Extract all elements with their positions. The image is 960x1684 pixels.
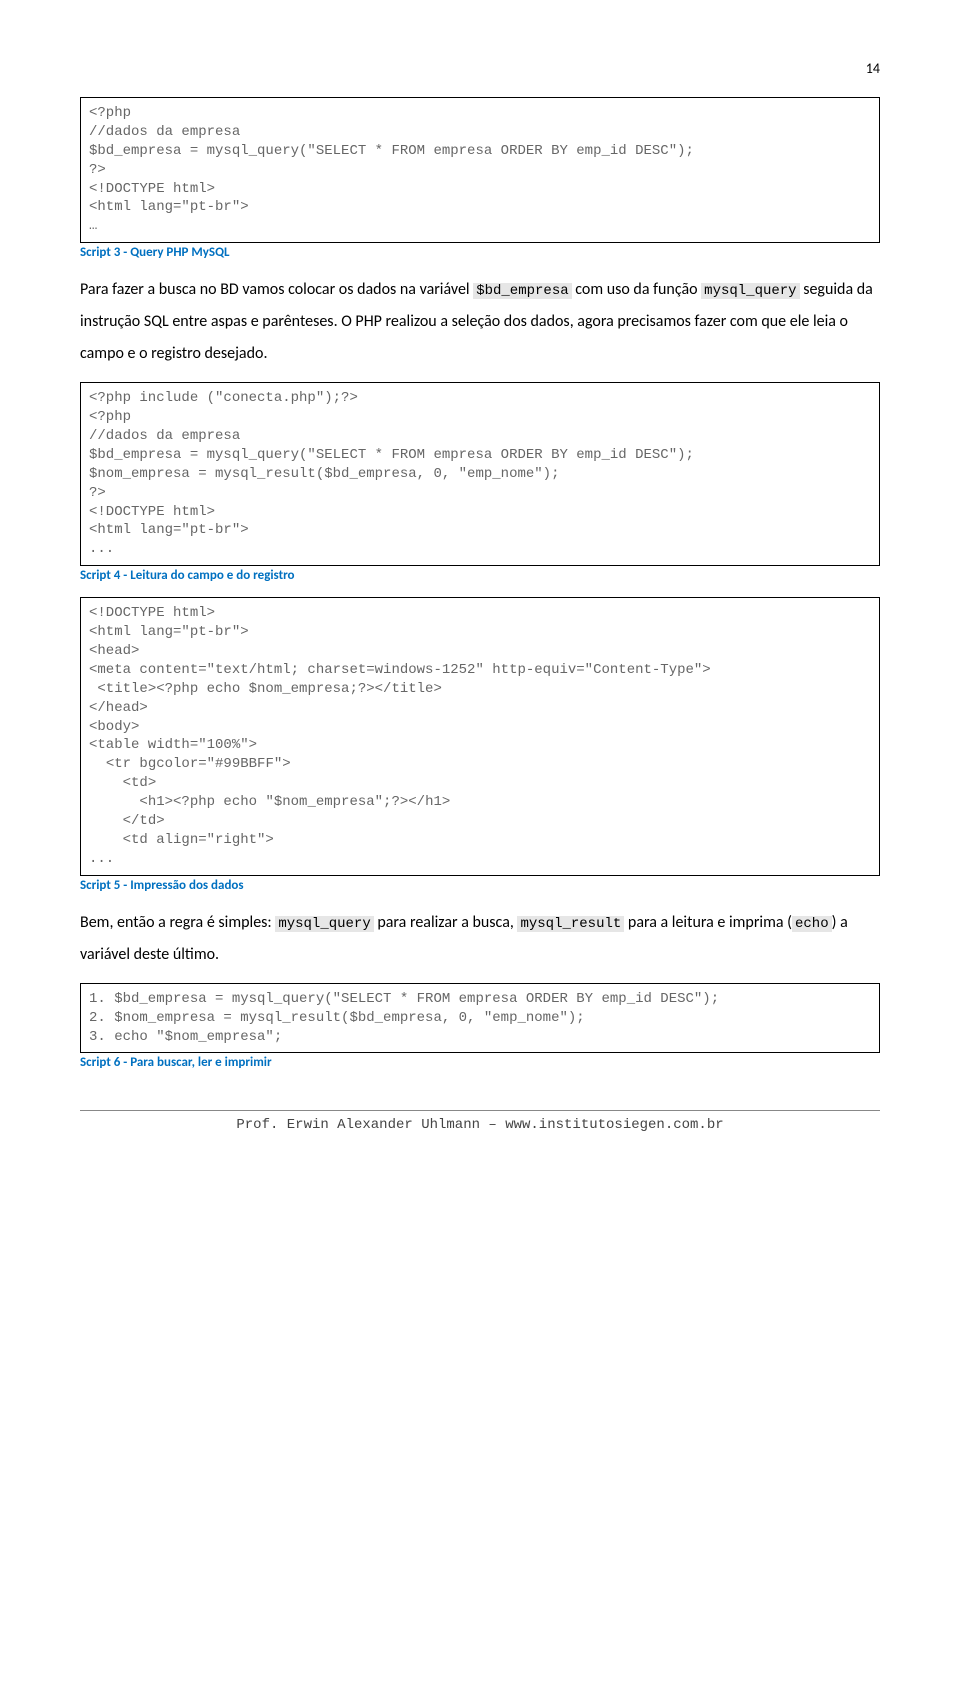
caption-script-5: Script 5 - Impressão dos dados xyxy=(80,878,880,893)
inline-code-echo: echo xyxy=(792,916,832,932)
footer: Prof. Erwin Alexander Uhlmann – www.inst… xyxy=(80,1110,880,1133)
paragraph-2: Bem, então a regra é simples: mysql_quer… xyxy=(80,907,880,971)
inline-code-bd-empresa: $bd_empresa xyxy=(473,283,571,299)
caption-script-6: Script 6 - Para buscar, ler e imprimir xyxy=(80,1055,880,1070)
inline-code-mysql-query-2: mysql_query xyxy=(275,916,373,932)
text: para realizar a busca, xyxy=(374,913,518,932)
text: Para fazer a busca no BD vamos colocar o… xyxy=(80,280,473,299)
page-number: 14 xyxy=(80,60,880,77)
text: com uso da função xyxy=(572,280,702,299)
text: para a leitura e imprima ( xyxy=(624,913,792,932)
code-script-4: <?php include ("conecta.php");?> <?php /… xyxy=(80,382,880,566)
inline-code-mysql-result: mysql_result xyxy=(517,916,624,932)
code-script-5: <!DOCTYPE html> <html lang="pt-br"> <hea… xyxy=(80,597,880,875)
code-script-3: <?php //dados da empresa $bd_empresa = m… xyxy=(80,97,880,243)
caption-script-3: Script 3 - Query PHP MySQL xyxy=(80,245,880,260)
caption-script-4: Script 4 - Leitura do campo e do registr… xyxy=(80,568,880,583)
paragraph-1: Para fazer a busca no BD vamos colocar o… xyxy=(80,274,880,370)
code-script-6: 1. $bd_empresa = mysql_query("SELECT * F… xyxy=(80,983,880,1054)
inline-code-mysql-query: mysql_query xyxy=(701,283,799,299)
text: Bem, então a regra é simples: xyxy=(80,913,275,932)
